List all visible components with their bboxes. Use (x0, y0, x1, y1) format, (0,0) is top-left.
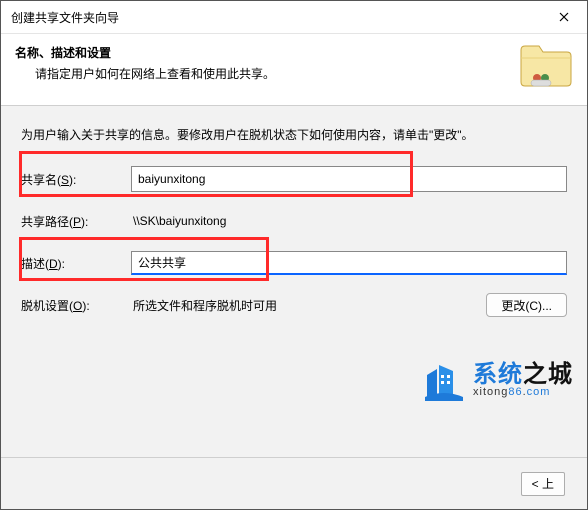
header-subtitle: 请指定用户如何在网络上查看和使用此共享。 (15, 65, 519, 82)
label-offline: 脱机设置(O): (21, 297, 131, 314)
row-share-path: 共享路径(P): \\SK\baiyunxitong (21, 207, 567, 235)
row-share-name: 共享名(S): (21, 165, 567, 193)
watermark: 系统之城 xitong86.com (423, 359, 573, 401)
header-title: 名称、描述和设置 (15, 44, 519, 61)
window-title: 创建共享文件夹向导 (1, 9, 541, 26)
watermark-url: xitong86.com (473, 387, 573, 399)
input-description[interactable] (131, 251, 567, 275)
wizard-header: 名称、描述和设置 请指定用户如何在网络上查看和使用此共享。 (1, 34, 587, 106)
label-share-path: 共享路径(P): (21, 213, 131, 230)
close-icon (559, 12, 569, 22)
shared-folder-icon (519, 42, 573, 88)
wizard-body: 为用户输入关于共享的信息。要修改用户在脱机状态下如何使用内容，请单击"更改"。 … (1, 106, 587, 457)
value-offline: 所选文件和程序脱机时可用 (131, 297, 476, 314)
change-button[interactable]: 更改(C)... (486, 293, 567, 317)
watermark-brand: 系统之城 (473, 362, 573, 387)
watermark-logo-icon (423, 359, 465, 401)
wizard-footer: < 上 (1, 457, 587, 509)
wizard-window: 创建共享文件夹向导 名称、描述和设置 请指定用户如何在网络上查看和使用此共享。 … (0, 0, 588, 510)
titlebar: 创建共享文件夹向导 (1, 1, 587, 34)
row-offline: 脱机设置(O): 所选文件和程序脱机时可用 更改(C)... (21, 291, 567, 319)
label-description: 描述(D): (21, 255, 131, 272)
back-button[interactable]: < 上 (521, 472, 565, 496)
input-share-name[interactable] (131, 166, 567, 192)
intro-text: 为用户输入关于共享的信息。要修改用户在脱机状态下如何使用内容，请单击"更改"。 (21, 126, 567, 143)
watermark-text: 系统之城 xitong86.com (473, 362, 573, 399)
label-share-name: 共享名(S): (21, 171, 131, 188)
row-description: 描述(D): (21, 249, 567, 277)
header-text: 名称、描述和设置 请指定用户如何在网络上查看和使用此共享。 (15, 44, 519, 82)
value-share-path: \\SK\baiyunxitong (131, 214, 567, 228)
close-button[interactable] (541, 1, 587, 33)
